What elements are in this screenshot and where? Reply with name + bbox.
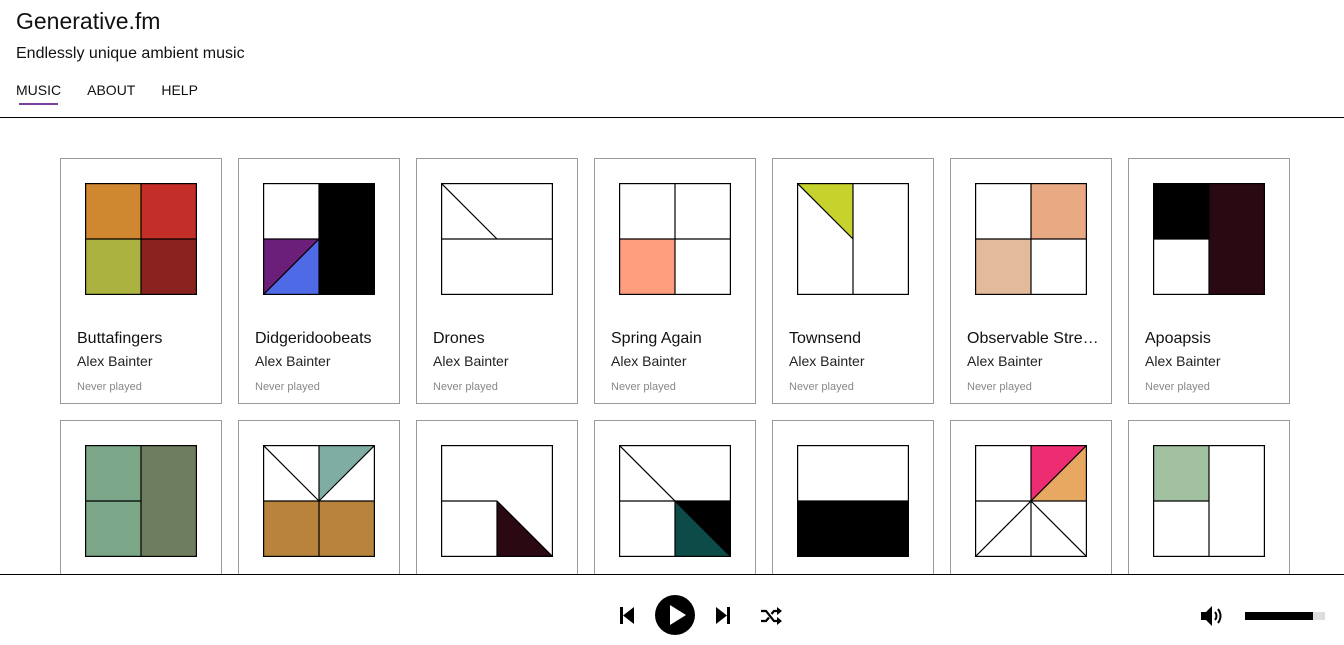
piece-card[interactable]: Apoapsis Alex Bainter Never played [1128, 158, 1290, 404]
piece-title: Townsend [789, 330, 862, 347]
piece-artist: Alex Bainter [255, 353, 331, 369]
player-bar [0, 574, 1344, 645]
piece-artwork [619, 445, 731, 557]
nav-help[interactable]: HELP [161, 82, 198, 102]
piece-artwork [441, 183, 553, 295]
piece-play-status: Never played [967, 381, 1032, 393]
volume-level [1245, 612, 1313, 620]
piece-artist: Alex Bainter [1145, 353, 1221, 369]
piece-artwork [1153, 445, 1265, 557]
piece-card[interactable]: Didgeridoobeats Alex Bainter Never playe… [238, 158, 400, 404]
volume-slider[interactable] [1245, 612, 1325, 620]
piece-artist: Alex Bainter [611, 353, 687, 369]
piece-play-status: Never played [611, 381, 676, 393]
piece-card[interactable]: Spring Again Alex Bainter Never played [594, 158, 756, 404]
piece-card[interactable]: Observable Stre… Alex Bainter Never play… [950, 158, 1112, 404]
piece-title: Spring Again [611, 330, 702, 347]
piece-title: Didgeridoobeats [255, 330, 372, 347]
nav-music[interactable]: MUSIC [16, 82, 61, 105]
piece-artwork [263, 183, 375, 295]
play-icon[interactable] [654, 594, 696, 636]
piece-artwork [1153, 183, 1265, 295]
header: Generative.fm Endlessly unique ambient m… [0, 0, 1344, 118]
shuffle-icon[interactable] [760, 607, 782, 625]
piece-artist: Alex Bainter [433, 353, 509, 369]
piece-play-status: Never played [1145, 381, 1210, 393]
piece-artist: Alex Bainter [789, 353, 865, 369]
piece-artist: Alex Bainter [967, 353, 1043, 369]
piece-play-status: Never played [433, 381, 498, 393]
piece-title: Drones [433, 330, 485, 347]
piece-card[interactable]: Drones Alex Bainter Never played [416, 158, 578, 404]
piece-artwork [619, 183, 731, 295]
piece-artwork [85, 183, 197, 295]
volume-icon[interactable] [1200, 605, 1226, 627]
main-nav: MUSIC ABOUT HELP [16, 82, 224, 105]
piece-title: Observable Stre… [967, 330, 1099, 347]
piece-artwork [263, 445, 375, 557]
previous-icon[interactable] [620, 606, 634, 625]
piece-title: Apoapsis [1145, 330, 1211, 347]
piece-artwork [797, 183, 909, 295]
piece-play-status: Never played [789, 381, 854, 393]
piece-play-status: Never played [77, 381, 142, 393]
piece-artwork [797, 445, 909, 557]
piece-artwork [975, 445, 1087, 557]
piece-card[interactable]: Buttafingers Alex Bainter Never played [60, 158, 222, 404]
nav-about[interactable]: ABOUT [87, 82, 135, 102]
site-title[interactable]: Generative.fm [16, 8, 160, 35]
piece-card[interactable]: Townsend Alex Bainter Never played [772, 158, 934, 404]
piece-artwork [975, 183, 1087, 295]
piece-artwork [85, 445, 197, 557]
site-tagline: Endlessly unique ambient music [16, 45, 245, 62]
next-icon[interactable] [716, 606, 730, 625]
piece-title: Buttafingers [77, 330, 163, 347]
piece-artist: Alex Bainter [77, 353, 153, 369]
piece-play-status: Never played [255, 381, 320, 393]
piece-artwork [441, 445, 553, 557]
